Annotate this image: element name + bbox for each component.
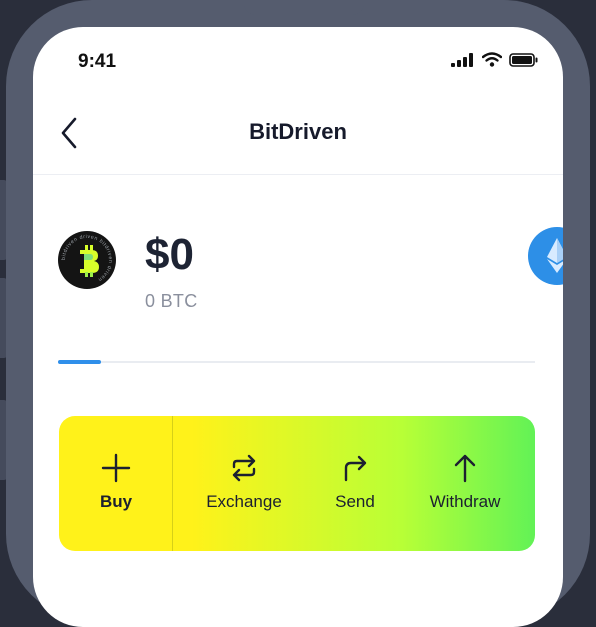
action-divider <box>172 416 173 551</box>
frame-notch <box>244 0 364 15</box>
exchange-arrows-icon <box>232 454 256 482</box>
exchange-button[interactable]: Exchange <box>189 452 299 512</box>
wifi-icon <box>482 52 502 67</box>
page-title: BitDriven <box>249 119 347 144</box>
app-screen: 9:41 BitDriven bitdriven driven bitdrive… <box>33 27 563 627</box>
exchange-label: Exchange <box>206 492 282 511</box>
withdraw-button[interactable]: Withdraw <box>410 452 520 512</box>
signal-icon <box>451 52 473 67</box>
send-label: Send <box>335 492 375 511</box>
bitdriven-logo-icon: bitdriven driven bitdriven driven <box>59 232 115 288</box>
buy-button[interactable]: Buy <box>61 452 171 512</box>
ethereum-icon <box>547 238 563 273</box>
crypto-balance: 0 BTC <box>145 291 198 311</box>
battery-icon <box>509 52 538 67</box>
send-arrow-icon <box>344 455 367 482</box>
withdraw-label: Withdraw <box>429 492 501 511</box>
bitdriven-coin-logo[interactable]: bitdriven driven bitdriven driven <box>58 231 116 289</box>
plus-icon <box>101 453 131 483</box>
action-bar: Buy Exchange Send Withdraw <box>59 416 535 551</box>
carousel-indicator[interactable] <box>58 360 101 364</box>
balance-amount: $0 <box>145 230 194 279</box>
header-divider <box>33 174 563 175</box>
status-icons <box>451 52 539 67</box>
status-time: 9:41 <box>78 51 117 72</box>
buy-label: Buy <box>99 492 133 511</box>
send-button[interactable]: Send <box>300 452 410 512</box>
ethereum-coin[interactable] <box>528 227 563 285</box>
carousel-track <box>58 361 535 363</box>
arrow-up-icon <box>454 454 476 483</box>
